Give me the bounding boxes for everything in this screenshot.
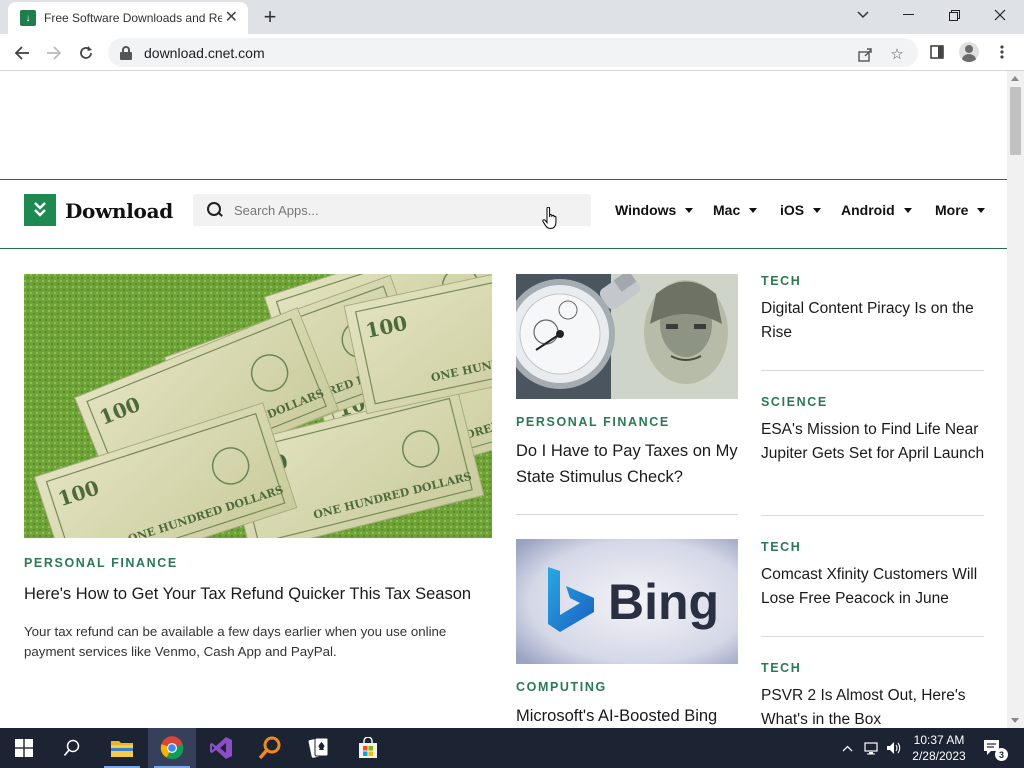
clock-date: 2/28/2023 [912,749,966,763]
chevron-down-icon [749,207,758,213]
search-icon [207,202,223,218]
network-icon[interactable] [862,728,882,768]
stopwatch-money-image[interactable] [516,274,738,399]
bing-wordmark: Bing [608,574,719,630]
nav-ios-label: iOS [780,202,805,218]
hand-cursor-icon [542,207,557,229]
notification-count-badge: 3 [995,748,1008,761]
article-category[interactable]: COMPUTING [516,680,607,694]
chrome-taskbar-button[interactable] [148,728,196,768]
article-category[interactable]: TECH [761,540,801,554]
site-header: Download Windows Mac iOS Android More [0,108,1007,226]
show-hidden-icons-chevron-icon[interactable] [838,728,856,768]
store-bag-icon [359,737,377,758]
nav-windows-label: Windows [615,202,677,218]
article-headline[interactable]: PSVR 2 Is Almost Out, Here's What's in t… [761,684,986,728]
taskbar-search-button[interactable] [48,728,96,768]
nav-more-label: More [935,202,969,218]
scroll-down-arrow-icon[interactable] [1011,718,1019,723]
chevron-down-icon [685,207,694,213]
search-input[interactable] [234,202,564,218]
chevron-down-icon [977,207,986,213]
folder-icon [111,741,133,757]
search-icon [63,739,80,757]
divider [761,370,984,371]
nav-android[interactable]: Android [841,202,912,218]
article-headline[interactable]: Microsoft's AI-Boosted Bing [516,705,738,728]
article-headline[interactable]: Comcast Xfinity Customers Will Lose Free… [761,563,986,611]
magnifier-app-button[interactable] [246,728,294,768]
nav-ios[interactable]: iOS [780,202,822,218]
nav-mac[interactable]: Mac [713,202,758,218]
article-headline[interactable]: Digital Content Piracy Is on the Rise [761,297,986,345]
chrome-icon [160,736,184,760]
article-category[interactable]: TECH [761,274,801,288]
solitaire-button[interactable] [295,728,343,768]
article-category[interactable]: PERSONAL FINANCE [516,415,670,429]
solitaire-cards-icon [308,737,329,758]
article-category[interactable]: TECH [761,661,801,675]
file-explorer-button[interactable] [98,728,146,768]
chevron-down-icon [813,207,822,213]
site-logo-text[interactable]: Download [65,199,173,223]
visual-studio-button[interactable] [197,728,245,768]
start-button[interactable] [0,728,48,768]
system-clock[interactable]: 10:37 AM 2/28/2023 [904,732,974,764]
featured-article-image[interactable]: 100ONE HUNDRED DOLLARS100ONE HUNDRED DOL… [24,274,492,538]
article-headline[interactable]: ESA's Mission to Find Life Near Jupiter … [761,418,986,466]
nav-mac-label: Mac [713,202,741,218]
microsoft-store-button[interactable] [344,728,392,768]
featured-headline[interactable]: Here's How to Get Your Tax Refund Quicke… [24,583,494,605]
header-divider [0,248,1007,249]
magnifier-icon [258,736,281,760]
divider [761,636,984,637]
clock-time: 10:37 AM [913,733,965,747]
nav-more[interactable]: More [935,202,986,218]
divider [516,514,738,515]
windows-taskbar: 10:37 AM 2/28/2023 3 [0,728,1024,768]
featured-summary: Your tax refund can be available a few d… [24,624,447,660]
chevron-down-icon [903,207,912,213]
visual-studio-icon [210,737,232,759]
windows-logo-icon [15,739,33,757]
nav-android-label: Android [841,202,895,218]
article-headline[interactable]: Do I Have to Pay Taxes on My State Stimu… [516,439,738,490]
scroll-up-arrow-icon[interactable] [1011,76,1019,81]
volume-icon[interactable] [884,728,904,768]
bing-logo-image[interactable]: Bing [516,539,738,664]
nav-windows[interactable]: Windows [615,202,694,218]
download-logo-icon[interactable] [24,194,56,226]
page-scrollbar[interactable] [1007,71,1024,728]
article-category[interactable]: SCIENCE [761,395,828,409]
search-bar[interactable] [193,194,591,226]
featured-category[interactable]: PERSONAL FINANCE [24,556,178,570]
notifications-button[interactable]: 3 [980,728,1008,768]
divider [761,515,984,516]
scrollbar-thumb[interactable] [1010,87,1021,155]
